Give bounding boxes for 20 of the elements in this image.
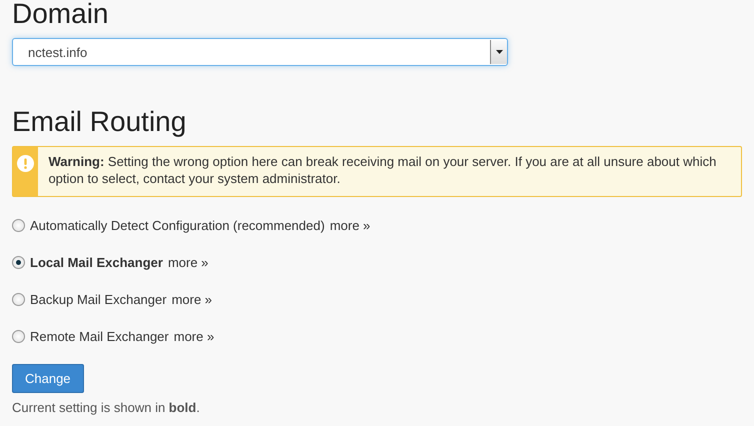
radio-button[interactable] xyxy=(12,292,25,306)
radio-button[interactable] xyxy=(12,256,25,268)
more-link[interactable]: more » xyxy=(172,292,212,306)
warning-text: Warning: Setting the wrong option here can break receiving mail on your server. If you are at all unsure about which option to select, contact your system administrator. xyxy=(47,153,718,188)
caret-icon xyxy=(496,50,502,54)
more-link[interactable]: more » xyxy=(174,328,214,344)
domain-select[interactable]: nctest.info xyxy=(12,38,508,66)
exclamation-icon xyxy=(17,155,34,172)
more-link[interactable]: more » xyxy=(168,254,208,270)
note-text: Current setting is shown in bold. xyxy=(12,400,201,415)
option-label: Automatically Detect Configuration (recommended) xyxy=(30,218,325,232)
option-label: Remote Mail Exchanger xyxy=(30,328,169,344)
radio-button[interactable] xyxy=(12,218,25,232)
section-heading: Domain xyxy=(12,0,110,30)
change-button[interactable]: Change xyxy=(12,364,84,393)
option-label: Local Mail Exchanger xyxy=(30,254,163,270)
option-label: Backup Mail Exchanger xyxy=(30,292,167,306)
section-heading: Email Routing xyxy=(12,106,188,138)
radio-button[interactable] xyxy=(12,330,25,342)
more-link[interactable]: more » xyxy=(330,218,370,232)
